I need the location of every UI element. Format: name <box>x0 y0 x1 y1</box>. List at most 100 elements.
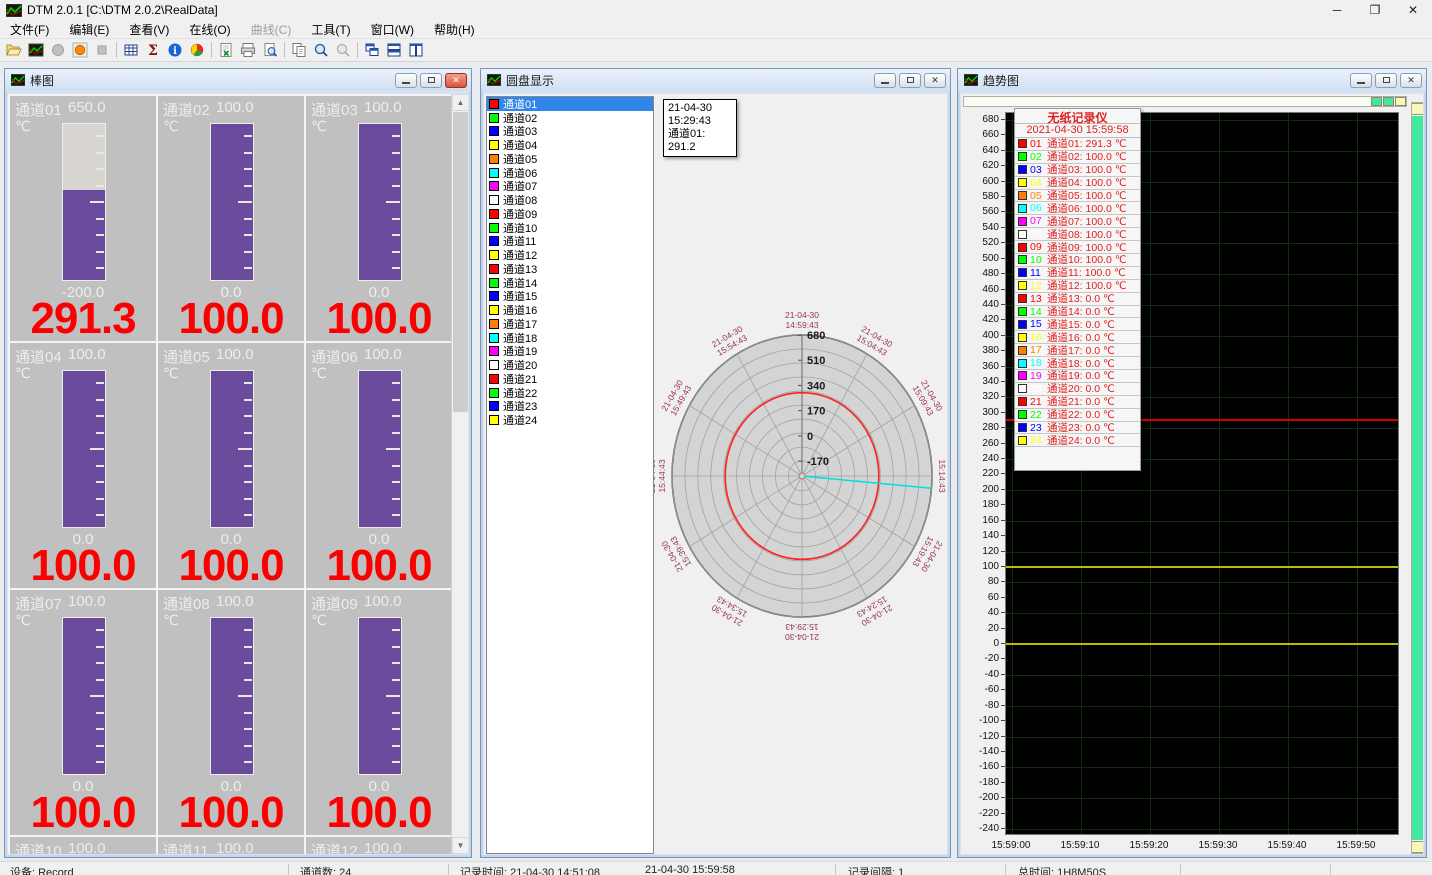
gauge-tick-mark <box>96 185 104 187</box>
app-minimize-button[interactable]: ─ <box>1318 0 1356 20</box>
trend-hscroll-button[interactable] <box>1395 97 1406 106</box>
bar-close-button[interactable]: ✕ <box>445 73 467 88</box>
gauge-tick-mark <box>96 712 104 714</box>
menu-item-view[interactable]: 查看(V) <box>119 19 179 40</box>
disc-restore-button[interactable] <box>899 73 921 88</box>
legend-channel-number: 04 <box>1030 177 1047 189</box>
legend-color-swatch <box>1018 423 1027 432</box>
y-tick-label: 520 <box>961 237 999 248</box>
gauge-tick-mark <box>392 629 400 631</box>
bar-restore-button[interactable] <box>420 73 442 88</box>
tooltip-time: 15:29:43 <box>668 115 732 128</box>
svg-text:21-04-30: 21-04-30 <box>785 310 819 320</box>
trend-vscroll-top-button[interactable] <box>1412 103 1423 115</box>
menu-item-windows[interactable]: 窗口(W) <box>361 19 424 40</box>
status-field: 设备: Record <box>10 864 74 875</box>
scroll-up-icon[interactable]: ▲ <box>452 94 468 111</box>
export-icon[interactable] <box>215 40 237 60</box>
gauge-current-value: 100.0 <box>306 541 452 591</box>
legend-color-swatch <box>1018 268 1027 277</box>
gauge-tick-mark <box>392 514 400 516</box>
bar-graph-titlebar[interactable]: 棒图 ✕ <box>5 69 471 91</box>
app-restore-button[interactable]: ❐ <box>1356 0 1394 20</box>
gauge-max-value: 100.0 <box>68 346 106 363</box>
gauge-tick-mark <box>244 267 252 269</box>
legend-channel-number: 21 <box>1030 396 1047 408</box>
menu-item-online[interactable]: 在线(O) <box>179 19 240 40</box>
bar-scrollbar-thumb[interactable] <box>453 112 468 412</box>
legend-color-swatch <box>1018 436 1027 445</box>
bar-graph-window: 棒图 ✕ 通道01650.0℃-200.0291.3通道02100.0℃0.01… <box>4 68 472 858</box>
tooltip-date: 21-04-30 <box>668 102 732 115</box>
trend-close-button[interactable]: ✕ <box>1400 73 1422 88</box>
cascade-windows-icon[interactable] <box>361 40 383 60</box>
channel-color-swatch <box>489 333 499 343</box>
y-tick-label: 360 <box>961 361 999 372</box>
menu-item-edit[interactable]: 编辑(E) <box>59 19 119 40</box>
realtime-chart-icon[interactable] <box>25 40 47 60</box>
y-tick-label: -80 <box>961 700 999 711</box>
y-tick-label: -100 <box>961 715 999 726</box>
copy-icon[interactable] <box>288 40 310 60</box>
legend-channel-number: 09 <box>1030 241 1047 253</box>
gauge-tick-mark <box>96 761 104 763</box>
legend-color-swatch <box>1018 230 1027 239</box>
h-gridline <box>1006 706 1398 707</box>
gauge-current-value: 100.0 <box>306 294 452 344</box>
disc-titlebar[interactable]: 圆盘显示 ✕ <box>481 69 950 91</box>
legend-color-swatch <box>1018 371 1027 380</box>
svg-text:15:44:43: 15:44:43 <box>657 459 667 492</box>
info-icon[interactable]: i <box>164 40 186 60</box>
gauge-max-value: 100.0 <box>216 346 254 363</box>
bar-minimize-button[interactable] <box>395 73 417 88</box>
gauge-tick-mark <box>392 662 400 664</box>
scroll-down-icon[interactable]: ▼ <box>452 837 468 854</box>
menu-item-file[interactable]: 文件(F) <box>0 19 59 40</box>
trend-titlebar[interactable]: 趋势图 ✕ <box>958 69 1426 91</box>
table-icon[interactable] <box>120 40 142 60</box>
gauge-bar-track <box>62 617 106 775</box>
zoom-in-icon[interactable] <box>310 40 332 60</box>
trend-minimize-button[interactable] <box>1350 73 1372 88</box>
tile-vertical-icon[interactable] <box>405 40 427 60</box>
gauge-tick-mark <box>244 415 252 417</box>
gauge-channel-name: 通道08 <box>163 593 215 614</box>
menu-item-curve[interactable]: 曲线(C) <box>241 19 302 40</box>
trend-hscroll-button[interactable] <box>1371 97 1382 106</box>
channel-color-swatch <box>489 223 499 233</box>
menu-item-tools[interactable]: 工具(T) <box>301 19 360 40</box>
menu-item-help[interactable]: 帮助(H) <box>424 19 485 40</box>
gauge-tick-mark <box>392 679 400 681</box>
pie-chart-icon[interactable] <box>186 40 208 60</box>
toolbar-separator <box>211 42 212 58</box>
gauge-tick-mark <box>96 498 104 500</box>
gauge-tick-mark <box>244 498 252 500</box>
disc-close-button[interactable]: ✕ <box>924 73 946 88</box>
gauge-current-value: 100.0 <box>306 788 452 838</box>
trend-h-scrollbar[interactable] <box>963 96 1407 107</box>
sigma-icon[interactable]: Σ <box>142 40 164 60</box>
app-close-button[interactable]: ✕ <box>1394 0 1432 20</box>
open-folder-icon[interactable] <box>3 40 25 60</box>
record-active-icon[interactable] <box>69 40 91 60</box>
bar-gauge-通道02: 通道02100.0℃0.0100.0 <box>158 96 304 341</box>
y-tick-label: 560 <box>961 206 999 217</box>
trend-vscroll-thumb[interactable] <box>1412 116 1423 840</box>
bar-scrollbar[interactable]: ▲ ▼ <box>451 94 468 854</box>
tile-horizontal-icon[interactable] <box>383 40 405 60</box>
print-icon[interactable] <box>237 40 259 60</box>
status-field: 记录间隔: 1 <box>848 864 904 875</box>
print-preview-icon[interactable] <box>259 40 281 60</box>
trend-v-scrollbar[interactable] <box>1411 102 1423 854</box>
polar-chart: 6805103401700-17021-04-3014:59:4321-04-3… <box>654 94 947 854</box>
svg-text:15:14:43: 15:14:43 <box>937 459 947 492</box>
channel-item-24[interactable]: 通道24 <box>487 413 653 427</box>
gauge-tick-mark <box>244 728 252 730</box>
h-gridline <box>1006 490 1398 491</box>
disc-minimize-button[interactable] <box>874 73 896 88</box>
trend-restore-button[interactable] <box>1375 73 1397 88</box>
trend-vscroll-bottom-button[interactable] <box>1412 841 1423 853</box>
y-tick-label: 300 <box>961 407 999 418</box>
h-gridline <box>1006 737 1398 738</box>
trend-hscroll-button[interactable] <box>1383 97 1394 106</box>
